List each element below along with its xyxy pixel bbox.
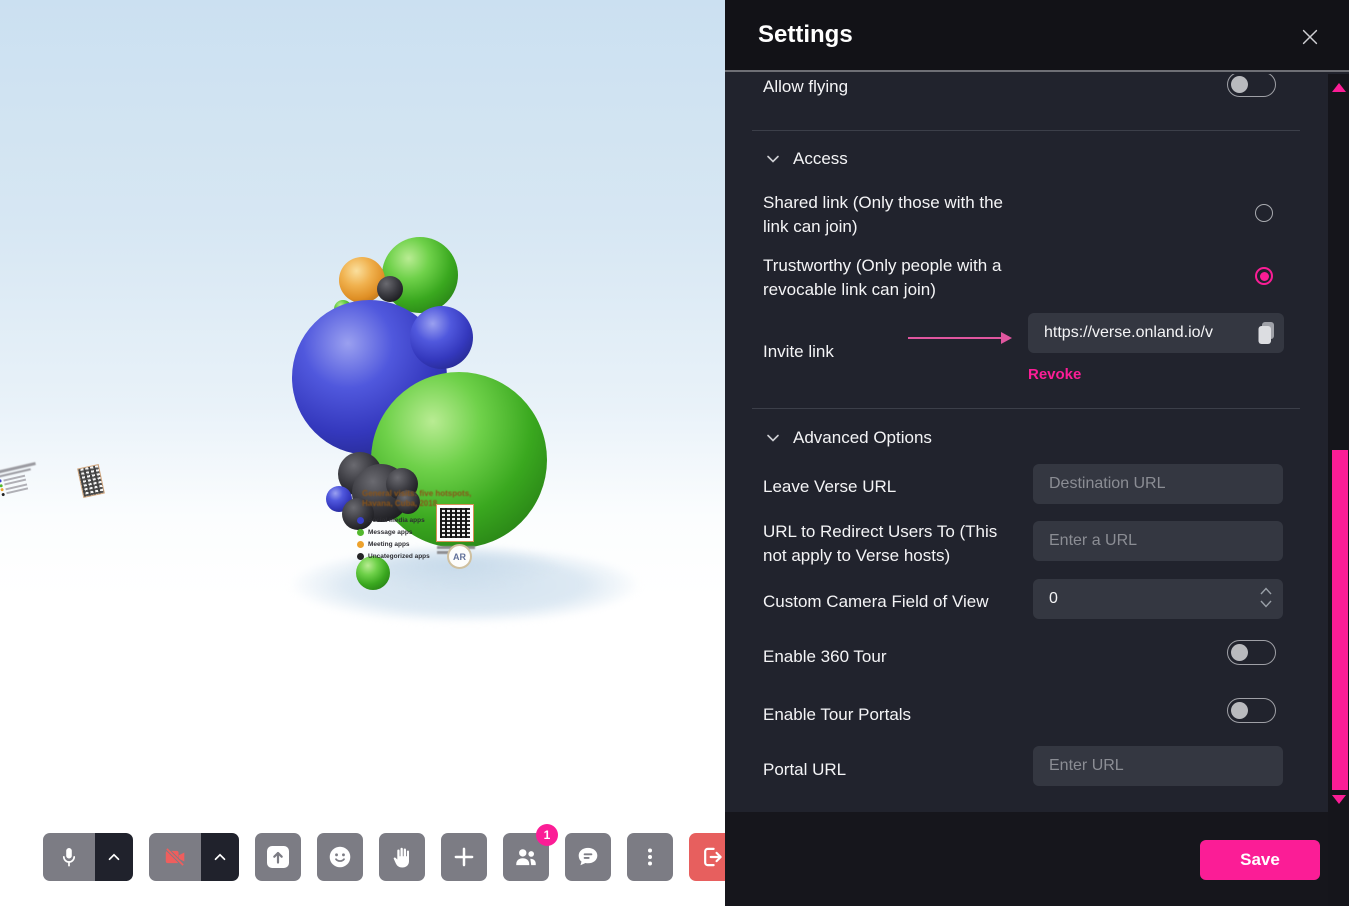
chevron-up-icon [211, 848, 229, 866]
trustworthy-radio[interactable] [1255, 267, 1273, 285]
spinner-up-icon[interactable] [1259, 586, 1273, 596]
raise-hand-icon [390, 845, 414, 869]
enable-tour-portals-toggle[interactable] [1227, 698, 1276, 723]
plus-icon [451, 844, 477, 870]
enable-360-tour-label: Enable 360 Tour [763, 645, 887, 669]
bottom-toolbar: 1 [43, 833, 735, 881]
invite-link-field [1028, 313, 1284, 353]
advanced-options-label: Advanced Options [793, 428, 932, 448]
legend-dot-orange [357, 541, 364, 548]
sphere-orange [339, 257, 385, 303]
hotspot-sign-distant [0, 458, 54, 519]
chevron-up-icon [105, 848, 123, 866]
participants-button[interactable]: 1 [503, 833, 549, 881]
allow-flying-label: Allow flying [763, 75, 848, 99]
close-icon[interactable] [1299, 26, 1321, 48]
legend-dot-blue [357, 517, 364, 524]
redirect-url-input[interactable] [1033, 521, 1283, 561]
portal-url-label: Portal URL [763, 758, 846, 782]
sphere-blue-small [410, 306, 473, 369]
chat-button[interactable] [565, 833, 611, 881]
chevron-down-icon [765, 430, 781, 446]
scroll-up-arrow[interactable] [1332, 83, 1346, 92]
add-button[interactable] [441, 833, 487, 881]
raise-hand-button[interactable] [379, 833, 425, 881]
enable-tour-portals-label: Enable Tour Portals [763, 703, 911, 727]
camera-fov-input[interactable] [1033, 579, 1283, 619]
camera-options-button[interactable] [201, 833, 239, 881]
sphere-green-top [382, 237, 458, 313]
divider [752, 130, 1300, 131]
screen-share-icon [265, 844, 291, 870]
legend-dot-black [357, 553, 364, 560]
legend-item: Uncategorized apps [357, 550, 430, 562]
microphone-options-button[interactable] [95, 833, 133, 881]
advanced-options-header[interactable]: Advanced Options [765, 428, 932, 448]
leave-verse-url-label: Leave Verse URL [763, 475, 896, 499]
camera-split-button [149, 833, 239, 881]
trustworthy-label: Trustworthy (Only people with a revocabl… [763, 254, 1018, 302]
participants-icon [513, 844, 539, 870]
camera-fov-field [1033, 579, 1283, 619]
settings-title: Settings [758, 21, 853, 49]
kebab-menu-icon [638, 845, 662, 869]
qr-code [436, 504, 474, 542]
chat-icon [575, 844, 601, 870]
chevron-down-icon [765, 151, 781, 167]
more-options-button[interactable] [627, 833, 673, 881]
access-section-header[interactable]: Access [765, 149, 848, 169]
number-spinner[interactable] [1259, 586, 1273, 609]
app-window: General visits: five hotspots, Havana, C… [0, 0, 1349, 906]
settings-body: Allow flying Access Shared link (Only th… [725, 74, 1328, 812]
allow-flying-toggle[interactable] [1227, 74, 1276, 97]
leave-verse-url-input[interactable] [1033, 464, 1283, 504]
shared-link-label: Shared link (Only those with the link ca… [763, 191, 1018, 239]
divider [752, 408, 1300, 409]
enable-360-tour-toggle[interactable] [1227, 640, 1276, 665]
microphone-icon [57, 845, 81, 869]
hotspot-legend: Social media apps Message apps Meeting a… [357, 514, 430, 562]
legend-dot-green [357, 529, 364, 536]
sphere-dark-small [377, 276, 403, 302]
camera-off-icon [162, 844, 188, 870]
qr-code-distant [77, 464, 105, 498]
legend-item: Social media apps [357, 514, 430, 526]
settings-header: Settings [725, 0, 1349, 72]
microphone-button[interactable] [43, 833, 95, 881]
shared-link-radio[interactable] [1255, 204, 1273, 222]
emoji-icon [327, 844, 353, 870]
microphone-split-button [43, 833, 133, 881]
camera-fov-label: Custom Camera Field of View [763, 590, 989, 614]
invite-pointer-arrow [908, 332, 1012, 344]
settings-footer: Save [725, 812, 1349, 906]
scroll-thumb[interactable] [1332, 450, 1348, 790]
copy-icon[interactable] [1256, 321, 1276, 345]
participants-badge: 1 [536, 824, 558, 846]
save-button[interactable]: Save [1200, 840, 1320, 880]
panel-scrollbar[interactable] [1328, 74, 1349, 906]
camera-off-button[interactable] [149, 833, 201, 881]
spinner-down-icon[interactable] [1259, 599, 1273, 609]
scroll-down-arrow[interactable] [1332, 795, 1346, 804]
settings-panel: Settings Allow flying Access Shared link… [725, 0, 1349, 906]
portal-url-input[interactable] [1033, 746, 1283, 786]
legend-item: Message apps [357, 526, 430, 538]
access-section-label: Access [793, 149, 848, 169]
emoji-button[interactable] [317, 833, 363, 881]
redirect-url-label: URL to Redirect Users To (This not apply… [763, 520, 1008, 568]
invite-link-label: Invite link [763, 340, 834, 364]
leave-icon [699, 844, 725, 870]
revoke-link[interactable]: Revoke [1028, 366, 1081, 383]
ar-badge[interactable]: AR [447, 544, 472, 569]
legend-item: Meeting apps [357, 538, 430, 550]
screen-share-button[interactable] [255, 833, 301, 881]
invite-link-input[interactable] [1028, 313, 1284, 353]
